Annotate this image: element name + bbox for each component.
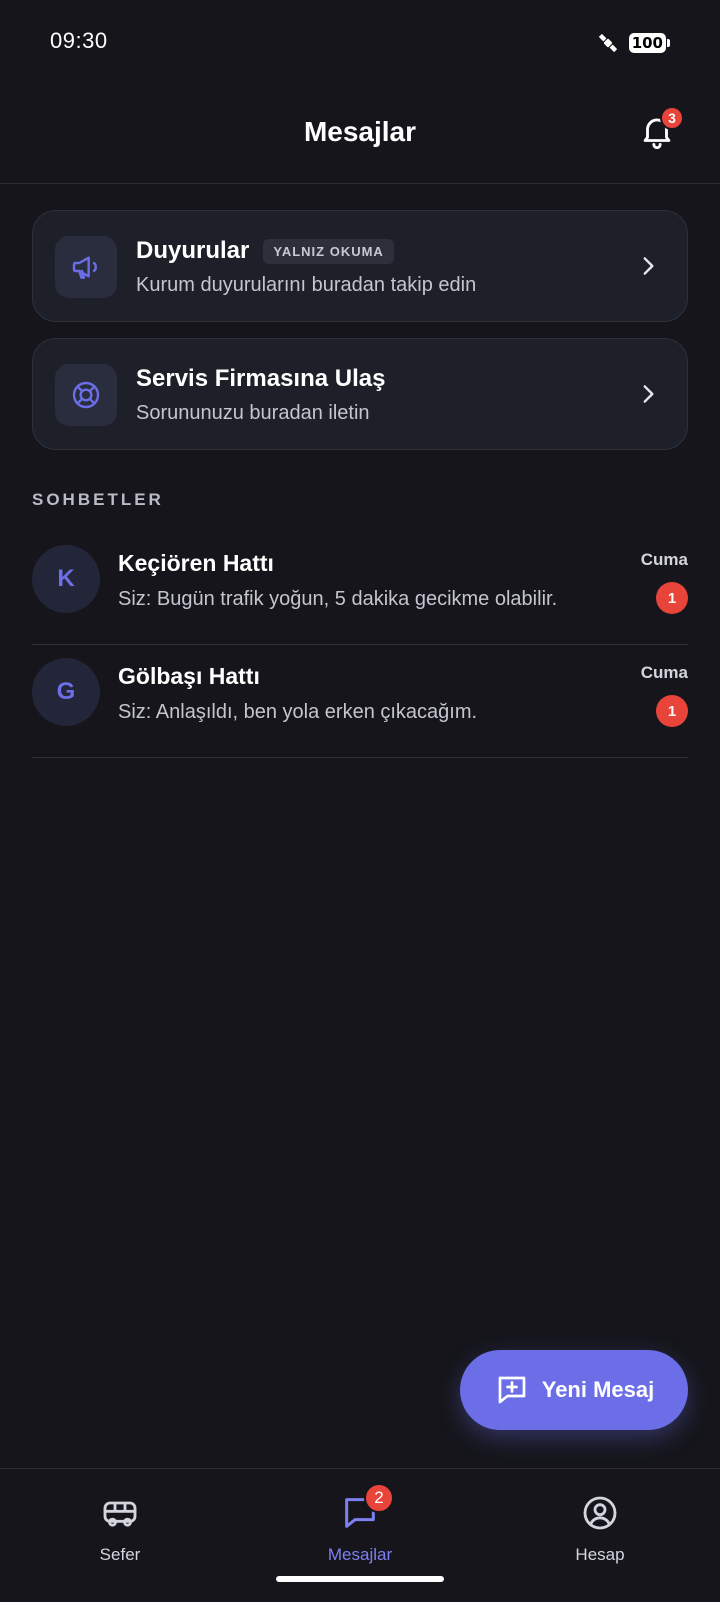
satellite-icon <box>598 34 617 52</box>
chat-row-kecioren[interactable]: K Keçiören Hattı Siz: Bugün trafik yoğun… <box>32 532 688 645</box>
bus-icon <box>103 1501 137 1527</box>
user-circle-icon <box>583 1496 617 1530</box>
card-icon-box <box>55 236 117 298</box>
status-time: 09:30 <box>50 28 108 53</box>
tab-badge: 2 <box>364 1483 394 1513</box>
chat-preview: Siz: Anlaşıldı, ben yola erken çıkacağım… <box>118 701 478 723</box>
announcements-card[interactable]: Duyurular YALNIZ OKUMA Kurum duyuruların… <box>32 210 688 322</box>
tab-label: Hesap <box>575 1545 625 1564</box>
new-message-icon <box>498 1376 526 1404</box>
chat-name: Keçiören Hattı <box>118 550 274 576</box>
status-bar: 09:30 100 <box>0 0 720 84</box>
chats-section-header: SOHBETLER <box>32 490 164 509</box>
megaphone-icon <box>72 256 97 279</box>
card-subtitle: Kurum duyurularını buradan takip edin <box>136 274 477 296</box>
battery-level: 100 <box>628 33 666 53</box>
card-subtitle: Sorununuzu buradan iletin <box>136 402 370 424</box>
contact-service-card[interactable]: Servis Firmasına Ulaş Sorununuzu buradan… <box>32 338 688 450</box>
new-message-label: Yeni Mesaj <box>541 1377 655 1402</box>
battery-icon: 100 <box>628 33 670 53</box>
unread-badge: 1 <box>656 582 688 614</box>
home-indicator[interactable] <box>276 1576 444 1582</box>
avatar: G <box>32 658 100 726</box>
chevron-right-icon <box>643 385 654 403</box>
notifications-button[interactable]: 3 <box>638 106 684 154</box>
chat-time: Cuma <box>640 663 688 682</box>
tab-label: Sefer <box>99 1545 141 1564</box>
page-title: Mesajlar <box>303 116 417 147</box>
app-header: Mesajlar 3 <box>0 84 720 184</box>
card-title: Servis Firmasına Ulaş <box>136 365 386 392</box>
status-icons: 100 <box>595 30 670 56</box>
read-only-tag: YALNIZ OKUMA <box>263 238 394 264</box>
tab-hesap[interactable]: Hesap <box>530 1493 670 1565</box>
tab-sefer[interactable]: Sefer <box>50 1493 190 1565</box>
card-title: Duyurular <box>136 237 250 264</box>
tab-mesajlar[interactable]: 2 Mesajlar <box>290 1483 430 1565</box>
chat-name: Gölbaşı Hattı <box>118 663 260 689</box>
new-message-button[interactable]: Yeni Mesaj <box>460 1350 688 1430</box>
chevron-right-icon <box>643 257 654 275</box>
tab-label: Mesajlar <box>327 1545 393 1564</box>
chat-row-golbasi[interactable]: G Gölbaşı Hattı Siz: Anlaşıldı, ben yola… <box>32 645 688 758</box>
chat-preview: Siz: Bugün trafik yoğun, 5 dakika gecikm… <box>118 588 558 610</box>
chat-time: Cuma <box>640 550 688 569</box>
unread-badge: 1 <box>656 695 688 727</box>
notification-badge: 3 <box>660 106 684 130</box>
avatar: K <box>32 545 100 613</box>
lifebuoy-icon <box>72 381 100 409</box>
card-icon-box <box>55 364 117 426</box>
